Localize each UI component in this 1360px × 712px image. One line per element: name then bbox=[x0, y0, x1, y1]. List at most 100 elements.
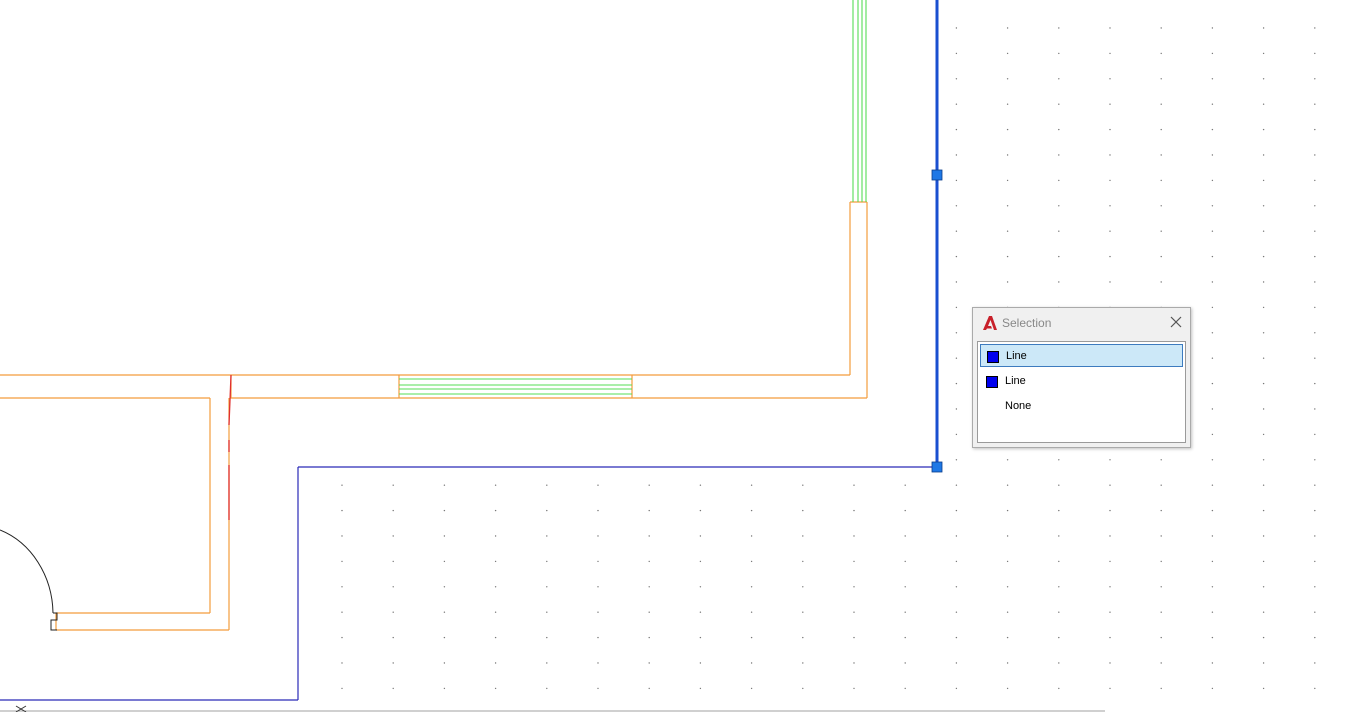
grid-dot bbox=[1211, 636, 1214, 639]
grid-dot bbox=[699, 484, 702, 486]
grid-dot bbox=[494, 560, 497, 563]
grid-dot bbox=[494, 484, 497, 486]
grid-dot bbox=[1211, 459, 1214, 461]
grid-dot bbox=[1211, 357, 1214, 359]
grid-dot bbox=[1314, 636, 1316, 639]
grid-dot bbox=[648, 662, 650, 664]
selection-item-none[interactable]: None bbox=[980, 395, 1183, 418]
grid-dot bbox=[955, 357, 958, 359]
grid-dot bbox=[955, 154, 958, 156]
close-icon[interactable] bbox=[1168, 314, 1184, 330]
grid-dot bbox=[904, 509, 906, 512]
grid-dot bbox=[1160, 78, 1162, 80]
grid-dot bbox=[1262, 535, 1265, 537]
grid-dot bbox=[392, 611, 394, 613]
grid-dot bbox=[1160, 205, 1162, 207]
grid-dot bbox=[494, 535, 497, 537]
drawing-canvas[interactable]: Selection Line Line None bbox=[0, 0, 1360, 712]
grid-dot bbox=[1262, 459, 1265, 461]
grid-dot bbox=[1211, 509, 1214, 512]
grid-dot bbox=[750, 611, 753, 613]
grid-dot bbox=[750, 687, 753, 690]
grid-dot bbox=[1058, 103, 1060, 105]
grid-dot bbox=[597, 636, 599, 639]
grid-dot bbox=[1314, 687, 1316, 690]
grid-dot bbox=[392, 687, 394, 690]
grid-dot bbox=[802, 636, 804, 639]
grid-dot bbox=[1314, 662, 1316, 664]
grid-dot bbox=[1262, 687, 1265, 690]
grid-dot bbox=[341, 636, 343, 639]
grid-dot bbox=[699, 636, 702, 639]
grid-dot bbox=[802, 560, 804, 563]
grid-dot bbox=[1314, 52, 1316, 55]
grid-dot bbox=[1006, 52, 1009, 55]
grid-dot bbox=[1262, 205, 1265, 207]
grid-dot bbox=[750, 484, 753, 486]
popup-titlebar[interactable]: Selection bbox=[973, 308, 1190, 338]
grid-dot bbox=[443, 611, 446, 613]
grid-dot bbox=[853, 535, 855, 537]
grid-dot bbox=[392, 484, 394, 486]
grid-dot bbox=[341, 687, 343, 690]
grid-dot bbox=[1314, 27, 1316, 29]
grid-dot bbox=[955, 611, 958, 613]
grid-dot bbox=[904, 560, 906, 563]
grid-dot bbox=[853, 611, 855, 613]
grid-dot bbox=[597, 535, 599, 537]
grid-dot bbox=[341, 662, 343, 664]
grid-dot bbox=[1262, 78, 1265, 80]
grid-dot bbox=[1109, 459, 1111, 461]
grid-dot bbox=[443, 484, 446, 486]
grid-dot bbox=[1314, 382, 1316, 385]
grid-dot bbox=[1314, 103, 1316, 105]
grid-dot bbox=[1160, 636, 1162, 639]
grid-dot bbox=[1262, 179, 1265, 182]
grid-dot bbox=[955, 52, 958, 55]
grid-dot bbox=[1262, 357, 1265, 359]
selection-item-line-2[interactable]: Line bbox=[980, 370, 1183, 393]
item-label: Line bbox=[1005, 375, 1026, 387]
grid-dot bbox=[955, 332, 958, 334]
grid-dot bbox=[904, 636, 906, 639]
grid-dot bbox=[1262, 103, 1265, 105]
grid-dot bbox=[1109, 636, 1111, 639]
grid-dot bbox=[802, 687, 804, 690]
grid-dot bbox=[392, 662, 394, 664]
grid-dot bbox=[648, 687, 650, 690]
grid-dot bbox=[392, 560, 394, 563]
grid-dot bbox=[802, 509, 804, 512]
grid-dot bbox=[1006, 459, 1009, 461]
grid-dot bbox=[648, 586, 650, 588]
grid-dot bbox=[955, 281, 958, 283]
grid-dot bbox=[955, 459, 958, 461]
grid-dot bbox=[1006, 535, 1009, 537]
grid-dot bbox=[955, 103, 958, 105]
grid-dot bbox=[1211, 408, 1214, 410]
selection-item-line-1[interactable]: Line bbox=[980, 344, 1183, 367]
grid-dot bbox=[1160, 179, 1162, 182]
grid-dot bbox=[904, 611, 906, 613]
grid-dot bbox=[443, 560, 446, 563]
grid-dot bbox=[904, 662, 906, 664]
grid-dot bbox=[750, 662, 753, 664]
grid-dot bbox=[1262, 332, 1265, 334]
grid-dot bbox=[802, 611, 804, 613]
grip-handle[interactable] bbox=[931, 169, 943, 181]
grid-dot bbox=[904, 687, 906, 690]
grid-dot bbox=[1314, 255, 1316, 258]
grid-dot bbox=[853, 662, 855, 664]
grid-dot bbox=[597, 560, 599, 563]
grid-dot bbox=[1006, 179, 1009, 182]
grid-dot bbox=[341, 484, 343, 486]
grip-handle[interactable] bbox=[931, 461, 943, 473]
grid-dot bbox=[1109, 52, 1111, 55]
grid-dot bbox=[1058, 611, 1060, 613]
grid-dot bbox=[1211, 611, 1214, 613]
grid-dot bbox=[648, 560, 650, 563]
grid-dot bbox=[1262, 52, 1265, 55]
grid-dot bbox=[1262, 154, 1265, 156]
grid-dot bbox=[1006, 103, 1009, 105]
grid-dot bbox=[955, 433, 958, 436]
grid-dot bbox=[1006, 205, 1009, 207]
